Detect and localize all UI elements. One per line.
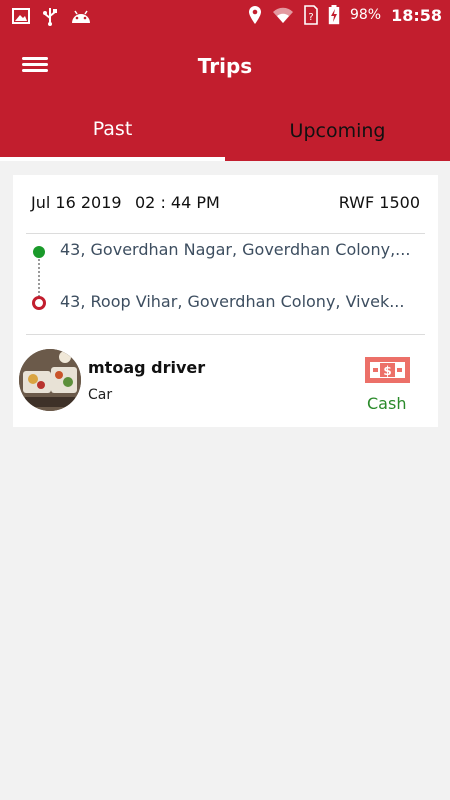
trip-card[interactable]: Jul 16 2019 02 : 44 PM RWF 1500 43, Gove… bbox=[13, 175, 438, 427]
pickup-address: 43, Goverdhan Nagar, Goverdhan Colony,..… bbox=[60, 240, 411, 259]
svg-text:$: $ bbox=[383, 364, 391, 378]
svg-text:?: ? bbox=[308, 12, 313, 23]
trip-header: Jul 16 2019 02 : 44 PM RWF 1500 bbox=[31, 193, 420, 217]
status-bar: ? 98% 18:58 bbox=[0, 0, 450, 32]
route-line bbox=[38, 259, 40, 297]
sim-icon: ? bbox=[304, 5, 318, 25]
battery-charging-icon bbox=[328, 5, 340, 25]
android-icon bbox=[72, 10, 90, 23]
vehicle-type: Car bbox=[88, 387, 113, 403]
app-bar: Trips bbox=[0, 32, 450, 100]
driver-avatar bbox=[19, 349, 81, 411]
tab-upcoming[interactable]: Upcoming bbox=[225, 100, 450, 161]
usb-icon bbox=[43, 8, 57, 26]
drop-dot-icon bbox=[32, 296, 46, 310]
location-icon bbox=[248, 6, 261, 24]
divider bbox=[26, 334, 425, 335]
clock: 18:58 bbox=[391, 5, 442, 25]
driver-name: mtoag driver bbox=[88, 358, 206, 377]
battery-percent: 98% bbox=[349, 7, 382, 23]
image-icon bbox=[12, 8, 30, 24]
trip-time: 02 : 44 PM bbox=[135, 193, 220, 212]
cash-icon: $ bbox=[365, 357, 410, 383]
payment-method: Cash bbox=[367, 394, 407, 413]
wifi-icon bbox=[272, 7, 293, 23]
drop-address: 43, Roop Vihar, Goverdhan Colony, Vivek.… bbox=[60, 292, 405, 311]
trip-fare: RWF 1500 bbox=[338, 193, 420, 212]
trip-tabs: Past Upcoming bbox=[0, 100, 450, 161]
page-title: Trips bbox=[197, 54, 253, 78]
tab-past[interactable]: Past bbox=[0, 100, 225, 161]
pickup-dot-icon bbox=[33, 246, 45, 258]
divider bbox=[26, 233, 425, 234]
trip-date: Jul 16 2019 bbox=[31, 193, 122, 212]
